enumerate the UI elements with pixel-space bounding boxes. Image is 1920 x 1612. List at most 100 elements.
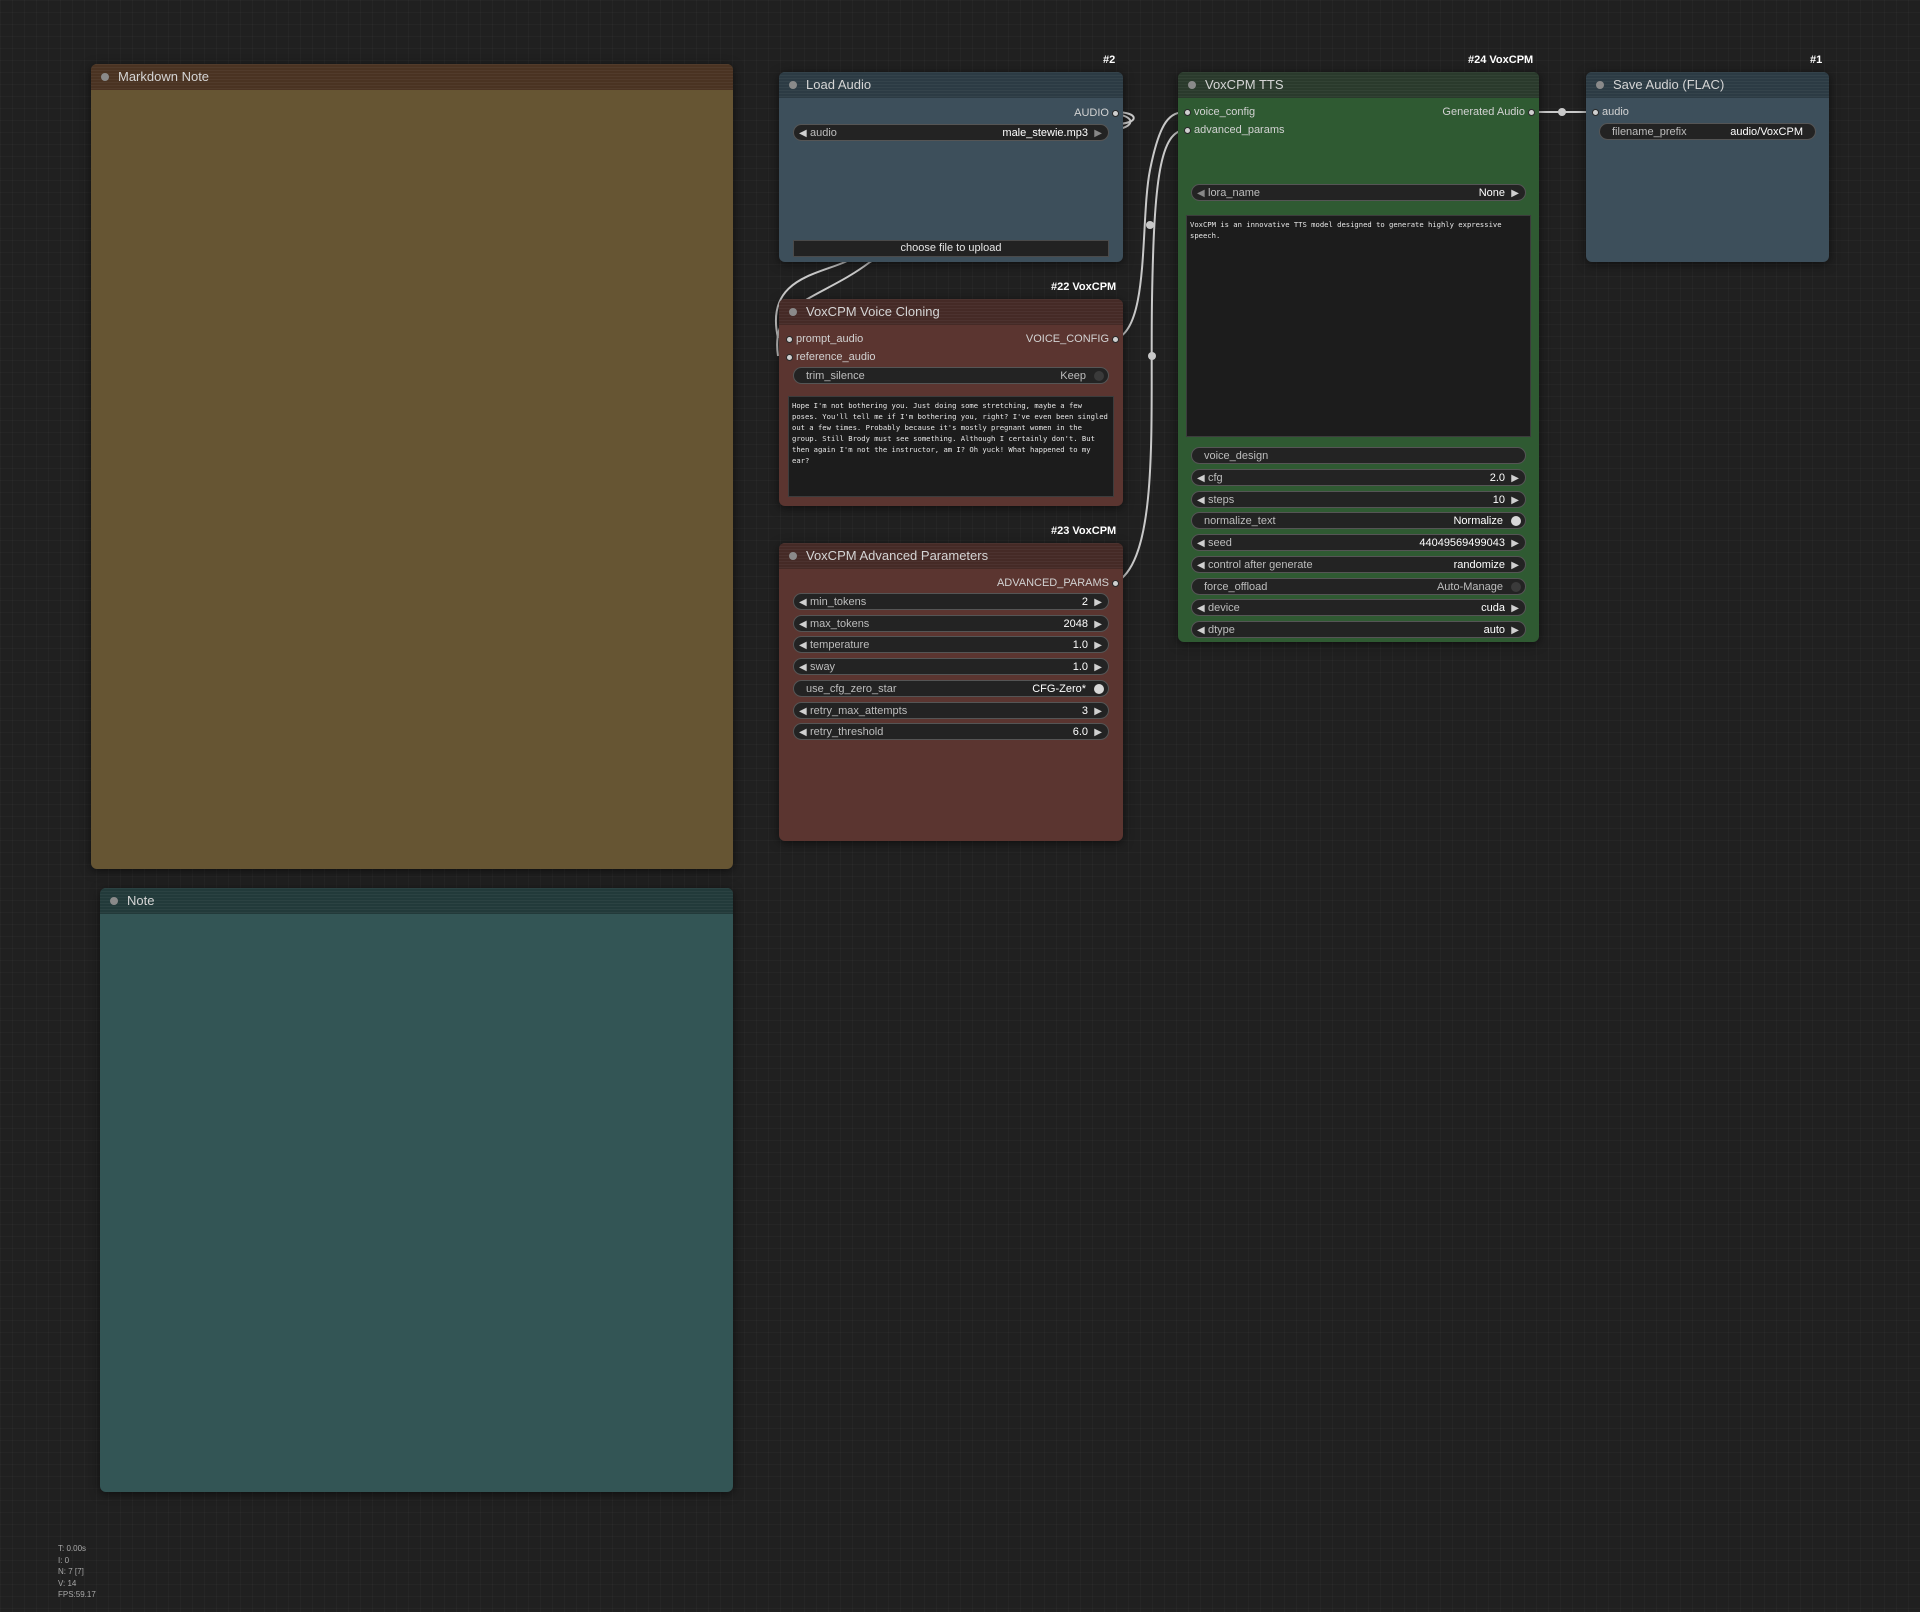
output-slot-generated-audio[interactable]: Generated Audio	[1442, 105, 1535, 119]
number-widget[interactable]: ◀ retry_threshold 6.0 ▶	[793, 723, 1109, 741]
toggle-widget[interactable]: use_cfg_zero_star CFG-Zero*	[793, 679, 1109, 697]
arrow-right-icon[interactable]: ▶	[1094, 659, 1102, 676]
markdown-note-node[interactable]: Markdown Note	[91, 64, 733, 869]
node-title: Load Audio	[806, 77, 872, 92]
input-dot-icon[interactable]	[1592, 109, 1599, 116]
toggle-knob-icon[interactable]	[1094, 371, 1104, 381]
widget-label: filename_prefix	[1612, 126, 1687, 138]
input-slot-voice-config[interactable]: voice_config	[1184, 105, 1255, 119]
save-audio-node[interactable]: Save Audio (FLAC) audio filename_prefix …	[1586, 72, 1829, 262]
arrow-left-icon[interactable]: ◀	[1197, 492, 1205, 509]
arrow-right-icon[interactable]: ▶	[1094, 637, 1102, 654]
voice-cloning-node[interactable]: VoxCPM Voice Cloning prompt_audio refere…	[779, 299, 1123, 506]
collapse-dot-icon[interactable]	[110, 897, 118, 905]
number-widget[interactable]: ◀ control after generate randomize ▶	[1191, 555, 1526, 574]
arrow-left-icon[interactable]: ◀	[799, 616, 807, 633]
arrow-left-icon[interactable]: ◀	[1197, 622, 1205, 639]
output-dot-icon[interactable]	[1112, 336, 1119, 343]
collapse-dot-icon[interactable]	[1188, 81, 1196, 89]
output-dot-icon[interactable]	[1112, 110, 1119, 117]
number-widget[interactable]: ◀ cfg 2.0 ▶	[1191, 469, 1526, 486]
number-widget[interactable]: ◀ max_tokens 2048 ▶	[793, 614, 1109, 633]
arrow-right-icon[interactable]: ▶	[1511, 600, 1519, 617]
collapse-dot-icon[interactable]	[789, 308, 797, 316]
arrow-right-icon[interactable]: ▶	[1511, 622, 1519, 639]
input-dot-icon[interactable]	[1184, 109, 1191, 116]
toggle-knob-icon[interactable]	[1511, 516, 1521, 527]
node-title-bar[interactable]: Note	[100, 888, 733, 914]
number-widget[interactable]: ◀ sway 1.0 ▶	[793, 658, 1109, 676]
note-node[interactable]: Note	[100, 888, 733, 1492]
arrow-right-icon[interactable]: ▶	[1511, 492, 1519, 509]
node-title-bar[interactable]: VoxCPM Voice Cloning	[779, 299, 1123, 325]
arrow-left-icon[interactable]: ◀	[1197, 600, 1205, 617]
input-dot-icon[interactable]	[786, 354, 793, 361]
number-widget[interactable]: ◀ dtype auto ▶	[1191, 620, 1526, 639]
arrow-right-icon[interactable]: ▶	[1094, 594, 1102, 611]
arrow-left-icon[interactable]: ◀	[799, 659, 807, 676]
voice-design-input[interactable]: voice_design	[1191, 447, 1526, 464]
input-slot-advanced-params[interactable]: advanced_params	[1184, 123, 1285, 137]
number-widget[interactable]: ◀ seed 440495694990​43 ▶	[1191, 534, 1526, 552]
arrow-right-icon[interactable]: ▶	[1511, 535, 1519, 552]
collapse-dot-icon[interactable]	[789, 81, 797, 89]
advanced-params-node[interactable]: VoxCPM Advanced Parameters ADVANCED_PARA…	[779, 543, 1123, 841]
number-widget[interactable]: ◀ steps 10 ▶	[1191, 490, 1526, 509]
stat-v: V: 14	[58, 1578, 77, 1588]
filename-prefix-input[interactable]: filename_prefix audio/VoxCPM	[1599, 123, 1816, 140]
input-dot-icon[interactable]	[1184, 127, 1191, 134]
node-title-bar[interactable]: Save Audio (FLAC)	[1586, 72, 1829, 98]
link-midpoint	[1148, 352, 1156, 360]
load-audio-node[interactable]: Load Audio AUDIO ◀ audio male_stewie.mp3…	[779, 72, 1123, 262]
number-widget[interactable]: ◀ temperature 1.0 ▶	[793, 636, 1109, 654]
arrow-left-icon[interactable]: ◀	[799, 703, 807, 720]
arrow-left-icon[interactable]: ◀	[799, 637, 807, 654]
arrow-left-icon[interactable]: ◀	[799, 594, 807, 611]
text-input[interactable]: VoxCPM is an innovative TTS model design…	[1186, 215, 1531, 437]
arrow-right-icon[interactable]: ▶	[1094, 703, 1102, 720]
input-dot-icon[interactable]	[786, 336, 793, 343]
arrow-left-icon[interactable]: ◀	[1197, 557, 1205, 574]
collapse-dot-icon[interactable]	[101, 73, 109, 81]
arrow-right-icon[interactable]: ▶	[1511, 470, 1519, 487]
output-slot-advanced-params[interactable]: ADVANCED_PARAMS	[997, 576, 1119, 590]
node-id-badge: #24 VoxCPM	[1468, 54, 1534, 66]
toggle-knob-icon[interactable]	[1511, 581, 1521, 592]
node-title-bar[interactable]: VoxCPM TTS	[1178, 72, 1539, 98]
number-widget[interactable]: ◀ min_tokens 2 ▶	[793, 593, 1109, 610]
collapse-dot-icon[interactable]	[1596, 81, 1604, 89]
lora-name-combo[interactable]: ◀ lora_name None ▶	[1191, 184, 1526, 201]
arrow-right-icon[interactable]: ▶	[1094, 724, 1102, 741]
trim-silence-toggle[interactable]: trim_silence Keep	[793, 367, 1109, 384]
node-title-bar[interactable]: Markdown Note	[91, 64, 733, 90]
node-id-badge: #2	[1103, 54, 1116, 66]
arrow-right-icon[interactable]: ▶	[1094, 125, 1102, 142]
arrow-right-icon[interactable]: ▶	[1511, 185, 1519, 202]
input-slot-audio[interactable]: audio	[1592, 105, 1629, 119]
output-slot-audio[interactable]: AUDIO	[1074, 106, 1119, 120]
arrow-right-icon[interactable]: ▶	[1094, 616, 1102, 633]
text-input[interactable]: Hope I'm not bothering you. Just doing s…	[788, 396, 1114, 497]
node-title-bar[interactable]: VoxCPM Advanced Parameters	[779, 543, 1123, 569]
arrow-left-icon[interactable]: ◀	[1197, 185, 1205, 202]
upload-button[interactable]: choose file to upload	[793, 240, 1109, 257]
arrow-left-icon[interactable]: ◀	[1197, 535, 1205, 552]
arrow-left-icon[interactable]: ◀	[1197, 470, 1205, 487]
toggle-knob-icon[interactable]	[1094, 683, 1104, 694]
tts-node[interactable]: VoxCPM TTS voice_config advanced_params …	[1178, 72, 1539, 642]
toggle-widget[interactable]: normalize_text Normalize	[1191, 512, 1526, 530]
audio-combo[interactable]: ◀ audio male_stewie.mp3 ▶	[793, 124, 1109, 141]
toggle-widget[interactable]: force_offload Auto-Manage	[1191, 577, 1526, 595]
arrow-left-icon[interactable]: ◀	[799, 724, 807, 741]
input-slot-reference-audio[interactable]: reference_audio	[786, 350, 876, 364]
node-title-bar[interactable]: Load Audio	[779, 72, 1123, 98]
output-slot-voice-config[interactable]: VOICE_CONFIG	[1026, 332, 1119, 346]
output-dot-icon[interactable]	[1112, 580, 1119, 587]
number-widget[interactable]: ◀ retry_max_attempts 3 ▶	[793, 701, 1109, 720]
output-dot-icon[interactable]	[1528, 109, 1535, 116]
collapse-dot-icon[interactable]	[789, 552, 797, 560]
arrow-left-icon[interactable]: ◀	[799, 125, 807, 142]
number-widget[interactable]: ◀ device cuda ▶	[1191, 599, 1526, 617]
input-slot-prompt-audio[interactable]: prompt_audio	[786, 332, 863, 346]
arrow-right-icon[interactable]: ▶	[1511, 557, 1519, 574]
